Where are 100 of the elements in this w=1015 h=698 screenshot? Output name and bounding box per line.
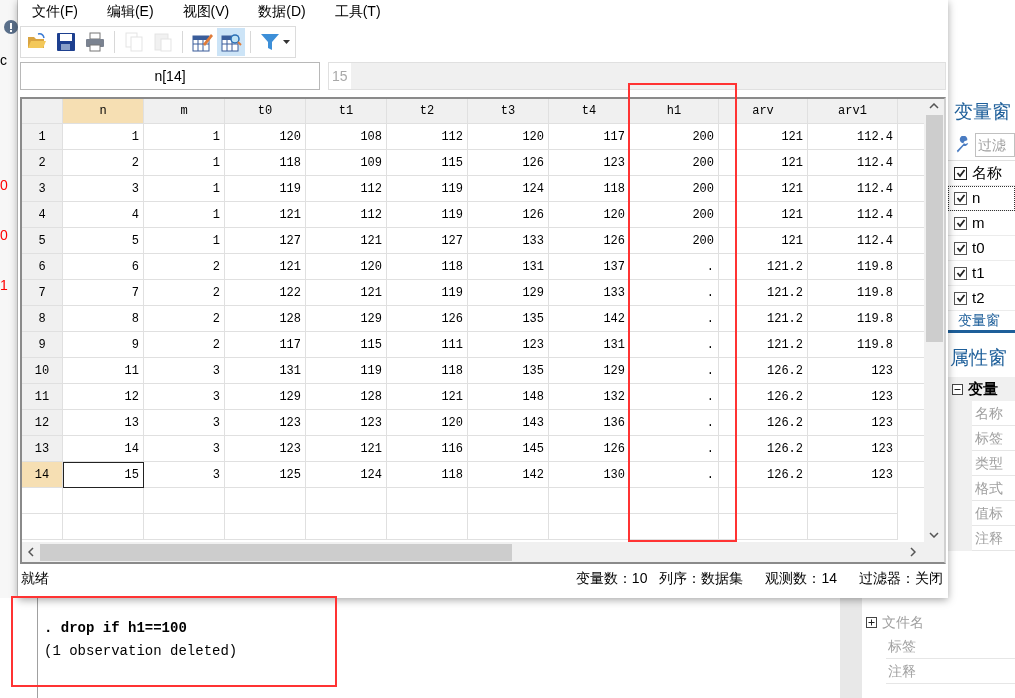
table-cell[interactable]: 112.4: [808, 202, 898, 228]
table-cell[interactable]: 121: [225, 254, 306, 280]
table-cell[interactable]: 121.2: [719, 280, 808, 306]
table-cell[interactable]: [387, 488, 468, 514]
column-header[interactable]: t1: [306, 99, 387, 124]
row-header[interactable]: 3: [22, 176, 63, 202]
table-cell[interactable]: 115: [306, 332, 387, 358]
table-cell[interactable]: 131: [225, 358, 306, 384]
table-cell[interactable]: [63, 514, 144, 540]
table-cell[interactable]: 118: [387, 462, 468, 488]
table-cell[interactable]: 112.4: [808, 228, 898, 254]
table-cell[interactable]: [719, 514, 808, 540]
table-cell[interactable]: 127: [225, 228, 306, 254]
table-cell[interactable]: .: [630, 358, 719, 384]
table-cell[interactable]: 121: [306, 436, 387, 462]
column-header[interactable]: h1: [630, 99, 719, 124]
table-cell[interactable]: [63, 488, 144, 514]
table-cell[interactable]: .: [630, 332, 719, 358]
table-cell[interactable]: 3: [144, 384, 225, 410]
table-cell[interactable]: 123: [808, 358, 898, 384]
table-cell[interactable]: 123: [468, 332, 549, 358]
table-cell[interactable]: 118: [387, 254, 468, 280]
table-cell[interactable]: 121.2: [719, 332, 808, 358]
table-cell[interactable]: .: [630, 306, 719, 332]
variable-row[interactable]: t1: [948, 261, 1015, 286]
row-header[interactable]: 6: [22, 254, 63, 280]
table-cell[interactable]: 126: [468, 150, 549, 176]
table-cell[interactable]: 119: [225, 176, 306, 202]
table-cell[interactable]: 124: [468, 176, 549, 202]
row-header[interactable]: 5: [22, 228, 63, 254]
table-cell[interactable]: 123: [808, 436, 898, 462]
collapse-icon[interactable]: [952, 383, 963, 395]
table-cell[interactable]: 200: [630, 124, 719, 150]
table-cell[interactable]: 118: [387, 358, 468, 384]
table-cell[interactable]: .: [630, 280, 719, 306]
table-cell[interactable]: 120: [387, 410, 468, 436]
table-cell[interactable]: 200: [630, 176, 719, 202]
table-cell[interactable]: 119.8: [808, 306, 898, 332]
checkbox[interactable]: [954, 191, 967, 205]
horizontal-scrollbar[interactable]: [22, 542, 944, 562]
table-cell[interactable]: [306, 514, 387, 540]
table-cell[interactable]: 2: [144, 332, 225, 358]
table-cell[interactable]: 128: [306, 384, 387, 410]
table-cell[interactable]: 3: [144, 436, 225, 462]
menu-item[interactable]: 数据(D): [258, 0, 306, 22]
table-cell[interactable]: 112: [306, 176, 387, 202]
table-cell[interactable]: 148: [468, 384, 549, 410]
row-header[interactable]: 13: [22, 436, 63, 462]
column-header[interactable]: t3: [468, 99, 549, 124]
table-cell[interactable]: 1: [144, 150, 225, 176]
column-header[interactable]: t2: [387, 99, 468, 124]
table-cell[interactable]: .: [630, 462, 719, 488]
scroll-up-icon[interactable]: [929, 103, 939, 109]
table-cell[interactable]: .: [630, 410, 719, 436]
expand-icon[interactable]: [866, 616, 877, 628]
table-cell[interactable]: 137: [549, 254, 630, 280]
table-cell[interactable]: 11: [63, 358, 144, 384]
table-cell[interactable]: 126: [549, 228, 630, 254]
table-cell[interactable]: 8: [63, 306, 144, 332]
table-cell[interactable]: 119.8: [808, 280, 898, 306]
table-cell[interactable]: 131: [468, 254, 549, 280]
table-cell[interactable]: [808, 488, 898, 514]
table-cell[interactable]: 116: [387, 436, 468, 462]
row-header[interactable]: 8: [22, 306, 63, 332]
table-cell[interactable]: 9: [63, 332, 144, 358]
table-cell[interactable]: 126: [387, 306, 468, 332]
table-cell[interactable]: 112: [387, 124, 468, 150]
table-cell[interactable]: 142: [549, 306, 630, 332]
table-cell[interactable]: [630, 488, 719, 514]
wrench-icon[interactable]: [954, 135, 971, 154]
variable-row[interactable]: m: [948, 211, 1015, 236]
table-cell[interactable]: 126.2: [719, 462, 808, 488]
table-cell[interactable]: 119.8: [808, 332, 898, 358]
table-cell[interactable]: 108: [306, 124, 387, 150]
table-cell[interactable]: 120: [306, 254, 387, 280]
table-cell[interactable]: 145: [468, 436, 549, 462]
table-cell[interactable]: 200: [630, 202, 719, 228]
table-cell[interactable]: 132: [549, 384, 630, 410]
table-cell[interactable]: .: [630, 436, 719, 462]
checkbox[interactable]: [954, 216, 967, 230]
table-cell[interactable]: 5: [63, 228, 144, 254]
table-cell[interactable]: 127: [387, 228, 468, 254]
row-header[interactable]: 2: [22, 150, 63, 176]
table-cell[interactable]: 119: [387, 202, 468, 228]
table-cell[interactable]: 1: [63, 124, 144, 150]
table-cell[interactable]: 120: [468, 124, 549, 150]
column-header[interactable]: t0: [225, 99, 306, 124]
table-cell[interactable]: 6: [63, 254, 144, 280]
table-cell[interactable]: 121: [719, 150, 808, 176]
table-cell[interactable]: 128: [225, 306, 306, 332]
table-cell[interactable]: 136: [549, 410, 630, 436]
table-cell[interactable]: 112.4: [808, 124, 898, 150]
variable-row[interactable]: t2: [948, 286, 1015, 311]
row-header[interactable]: 11: [22, 384, 63, 410]
table-cell[interactable]: 126.2: [719, 358, 808, 384]
row-header[interactable]: 7: [22, 280, 63, 306]
vertical-scrollbar[interactable]: [924, 99, 944, 542]
table-cell[interactable]: 1: [144, 176, 225, 202]
table-cell[interactable]: 1: [144, 124, 225, 150]
table-cell[interactable]: 117: [549, 124, 630, 150]
